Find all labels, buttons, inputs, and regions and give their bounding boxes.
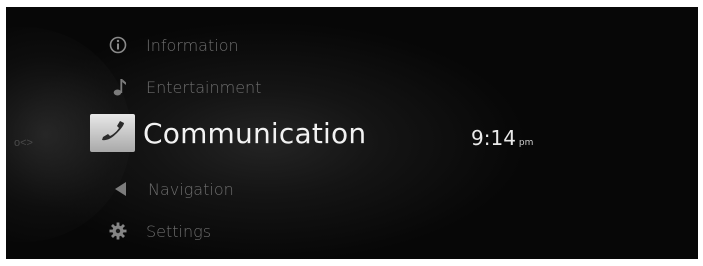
menu-item-settings[interactable]: Settings: [106, 220, 211, 242]
gear-icon: [106, 220, 130, 242]
info-icon: [106, 34, 130, 56]
clock-ampm: pm: [518, 138, 534, 148]
menu-item-communication[interactable]: Communication: [90, 114, 366, 152]
clock-time: 9:14: [471, 126, 516, 150]
menu-item-information[interactable]: Information: [106, 34, 239, 56]
infotainment-screen: o<> Information Entertainment Communicat…: [6, 7, 698, 259]
music-note-icon: [110, 76, 130, 98]
menu-item-label: Navigation: [148, 179, 234, 199]
main-menu: Information Entertainment Communication: [6, 7, 698, 259]
menu-item-label: Settings: [146, 221, 212, 241]
menu-item-label: Information: [146, 35, 239, 55]
phone-icon: [90, 114, 135, 152]
navigation-arrow-icon: [110, 178, 130, 200]
menu-item-entertainment[interactable]: Entertainment: [110, 76, 261, 98]
menu-item-navigation[interactable]: Navigation: [110, 178, 234, 200]
menu-item-label: Communication: [143, 116, 367, 150]
menu-item-label: Entertainment: [146, 77, 262, 97]
clock-display: 9:14 pm: [471, 126, 533, 150]
